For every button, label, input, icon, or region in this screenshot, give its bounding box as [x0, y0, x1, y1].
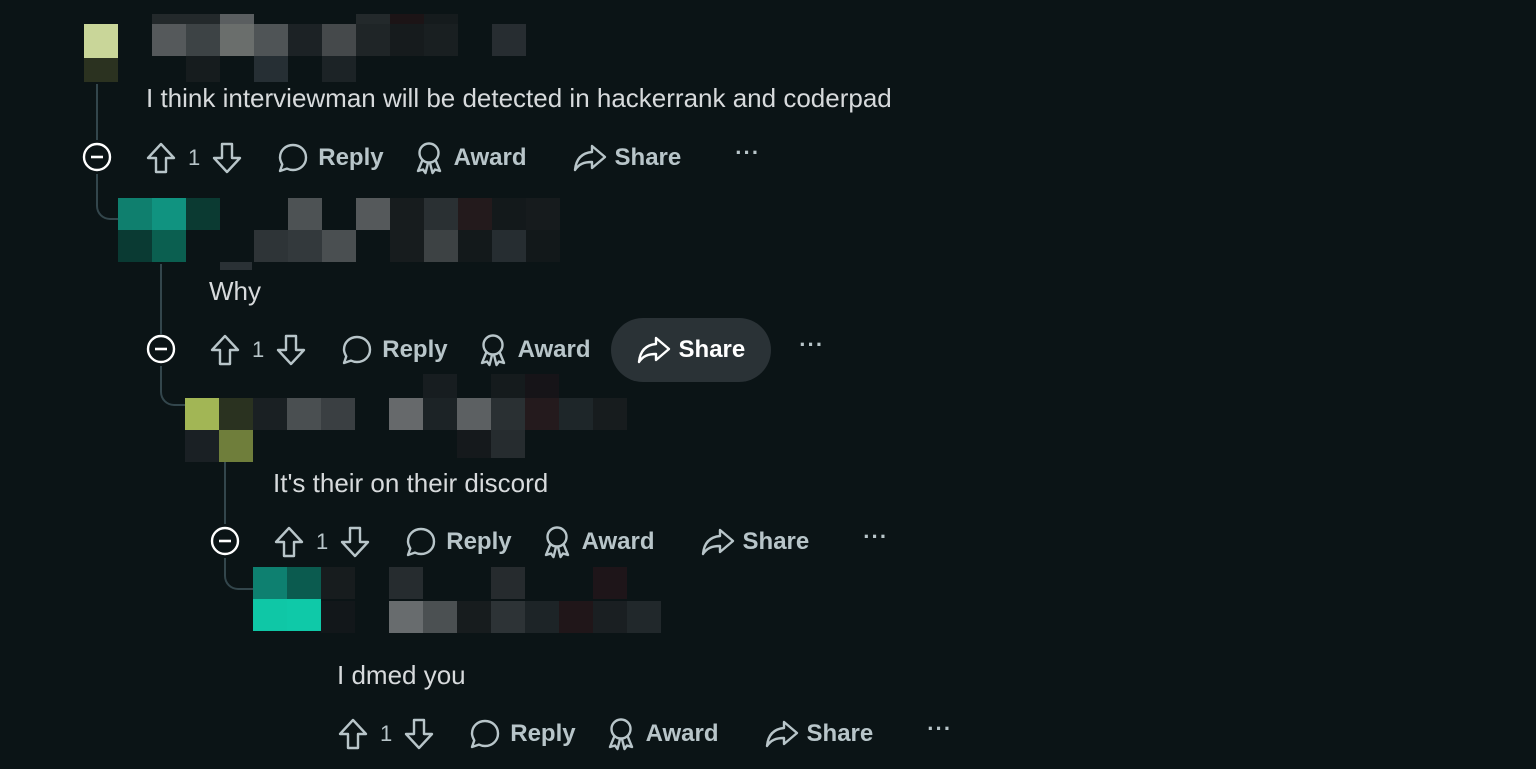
- avatar[interactable]: [118, 198, 186, 262]
- comment-actions: 1 Reply Award Share ···: [144, 126, 778, 190]
- award-label: Award: [645, 720, 719, 747]
- collapse-minus-icon: [82, 142, 112, 172]
- vote-group: 1: [144, 141, 244, 175]
- reply-button[interactable]: Reply: [262, 126, 397, 190]
- thread-line: [96, 84, 98, 140]
- reply-bubble-icon: [404, 525, 438, 559]
- comment-body: I think interviewman will be detected in…: [146, 83, 892, 113]
- reply-label: Reply: [382, 336, 448, 363]
- username-blurred-row: [423, 374, 559, 398]
- more-options-button[interactable]: ···: [845, 524, 906, 550]
- more-options-button[interactable]: ···: [781, 332, 842, 358]
- vote-count: 1: [188, 145, 201, 170]
- share-label: Share: [742, 528, 810, 555]
- reply-button[interactable]: Reply: [390, 510, 525, 574]
- more-options-button[interactable]: ···: [909, 716, 970, 742]
- reply-button[interactable]: Reply: [326, 318, 461, 382]
- comment-body: It's their on their discord: [273, 468, 549, 498]
- username-blurred[interactable]: [253, 398, 627, 430]
- award-icon: [412, 141, 446, 175]
- share-arrow-icon: [637, 333, 671, 367]
- vote-count: 1: [316, 529, 329, 554]
- award-label: Award: [581, 528, 655, 555]
- username-blurred-row: [186, 56, 356, 82]
- reply-bubble-icon: [276, 141, 310, 175]
- share-label: Share: [614, 144, 682, 171]
- vote-group: 1: [208, 333, 308, 367]
- vote-group: 1: [336, 717, 436, 751]
- username-blurred-row: [321, 601, 661, 633]
- username-blurred-row: [457, 430, 525, 458]
- award-icon: [604, 717, 638, 751]
- award-button[interactable]: Award: [462, 318, 605, 382]
- thread-elbow: [224, 558, 256, 590]
- award-label: Award: [453, 144, 527, 171]
- more-options-button[interactable]: ···: [717, 140, 778, 166]
- share-label: Share: [678, 336, 746, 363]
- comment-body: Why: [209, 276, 261, 306]
- thread-elbow: [96, 174, 120, 220]
- share-button[interactable]: Share: [751, 702, 888, 766]
- upvote-icon[interactable]: [336, 717, 370, 751]
- downvote-icon[interactable]: [402, 717, 436, 751]
- award-button[interactable]: Award: [398, 126, 541, 190]
- share-button[interactable]: Share: [687, 510, 824, 574]
- award-icon: [476, 333, 510, 367]
- reply-bubble-icon: [340, 333, 374, 367]
- share-label: Share: [806, 720, 874, 747]
- vote-count: 1: [252, 337, 265, 362]
- award-button[interactable]: Award: [526, 510, 669, 574]
- share-button[interactable]: Share: [559, 126, 696, 190]
- downvote-icon[interactable]: [338, 525, 372, 559]
- username-blurred[interactable]: [321, 567, 627, 599]
- share-button[interactable]: Share: [610, 318, 772, 382]
- collapse-minus-icon: [210, 526, 240, 556]
- username-blurred[interactable]: [152, 14, 458, 24]
- downvote-icon[interactable]: [274, 333, 308, 367]
- avatar[interactable]: [84, 24, 118, 82]
- share-arrow-icon: [701, 525, 735, 559]
- comment-actions: 1 Reply Award Share ···: [208, 318, 842, 382]
- thread-line: [224, 458, 226, 524]
- award-button[interactable]: Award: [590, 702, 733, 766]
- reply-button[interactable]: Reply: [454, 702, 589, 766]
- award-label: Award: [517, 336, 591, 363]
- username-blurred[interactable]: [186, 198, 560, 230]
- downvote-icon[interactable]: [210, 141, 244, 175]
- upvote-icon[interactable]: [272, 525, 306, 559]
- reply-label: Reply: [510, 720, 576, 747]
- share-arrow-icon: [573, 141, 607, 175]
- reply-bubble-icon: [468, 717, 502, 751]
- award-icon: [540, 525, 574, 559]
- username-blurred-row: [220, 262, 252, 270]
- upvote-icon[interactable]: [208, 333, 242, 367]
- share-arrow-icon: [765, 717, 799, 751]
- comment-actions: 1 Reply Award Share ···: [336, 702, 970, 766]
- avatar[interactable]: [253, 567, 321, 631]
- upvote-icon[interactable]: [144, 141, 178, 175]
- reply-label: Reply: [446, 528, 512, 555]
- reply-label: Reply: [318, 144, 384, 171]
- thread-line: [160, 264, 162, 334]
- collapse-thread-button[interactable]: [210, 526, 240, 556]
- collapse-thread-button[interactable]: [146, 334, 176, 364]
- collapse-thread-button[interactable]: [82, 142, 112, 172]
- collapse-minus-icon: [146, 334, 176, 364]
- comment-actions: 1 Reply Award Share ···: [272, 510, 906, 574]
- vote-count: 1: [380, 721, 393, 746]
- comment-body: I dmed you: [337, 660, 466, 690]
- username-blurred-row: [152, 24, 526, 56]
- username-blurred-row: [220, 230, 560, 262]
- avatar[interactable]: [185, 398, 253, 462]
- vote-group: 1: [272, 525, 372, 559]
- thread-elbow: [160, 366, 188, 406]
